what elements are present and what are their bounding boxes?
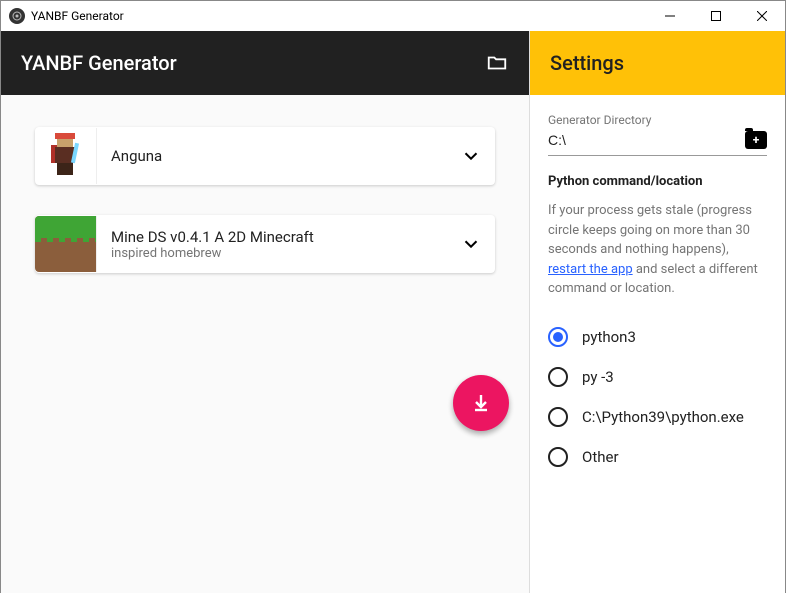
radio-label: python3	[582, 328, 636, 346]
radio-label: C:\Python39\python.exe	[582, 408, 744, 426]
python-option-path[interactable]: C:\Python39\python.exe	[548, 397, 767, 437]
plus-icon: +	[753, 134, 760, 146]
app-title: YANBF Generator	[21, 51, 485, 75]
generator-dir-label: Generator Directory	[548, 113, 767, 127]
list-item[interactable]: Mine DS v0.4.1 A 2D Minecraft inspired h…	[35, 215, 495, 273]
radio-icon	[548, 327, 568, 347]
window-title: YANBF Generator	[31, 9, 647, 23]
item-thumbnail	[35, 216, 97, 272]
download-fab-button[interactable]	[453, 375, 509, 431]
window-maximize-button[interactable]	[693, 1, 739, 31]
item-thumbnail	[35, 128, 97, 184]
chevron-down-icon[interactable]	[447, 145, 495, 167]
app-header: YANBF Generator	[1, 31, 529, 95]
settings-title: Settings	[550, 51, 624, 75]
python-section-title: Python command/location	[548, 174, 767, 189]
app-icon	[9, 8, 25, 24]
restart-app-link[interactable]: restart the app	[548, 262, 633, 277]
window-close-button[interactable]	[739, 1, 785, 31]
radio-icon	[548, 447, 568, 467]
settings-header: Settings	[530, 31, 785, 95]
python-option-py3[interactable]: py -3	[548, 357, 767, 397]
radio-label: Other	[582, 448, 619, 466]
item-title: Anguna	[111, 147, 433, 165]
add-folder-button[interactable]: +	[745, 131, 767, 149]
item-subtitle: inspired homebrew	[111, 246, 433, 261]
python-option-python3[interactable]: python3	[548, 317, 767, 357]
radio-label: py -3	[582, 368, 614, 386]
window-titlebar: YANBF Generator	[1, 1, 785, 31]
help-text-pre: If your process gets stale (progress cir…	[548, 203, 752, 257]
python-help-text: If your process gets stale (progress cir…	[548, 201, 767, 299]
generator-dir-input[interactable]	[548, 132, 745, 148]
window-minimize-button[interactable]	[647, 1, 693, 31]
list-item[interactable]: Anguna	[35, 127, 495, 185]
python-option-other[interactable]: Other	[548, 437, 767, 477]
radio-icon	[548, 407, 568, 427]
radio-icon	[548, 367, 568, 387]
item-title: Mine DS v0.4.1 A 2D Minecraft	[111, 228, 433, 246]
chevron-down-icon[interactable]	[447, 233, 495, 255]
open-folder-button[interactable]	[485, 51, 509, 75]
